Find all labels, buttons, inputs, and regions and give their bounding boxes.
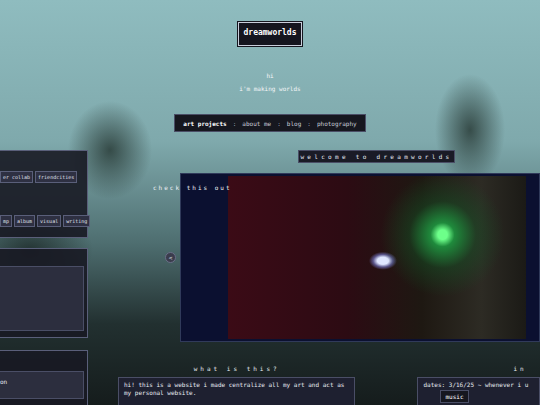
info-text: dates: 3/16/25 ~ whenever i u xyxy=(417,377,540,405)
greeting: hi xyxy=(266,72,273,80)
tag-link[interactable]: er collab xyxy=(0,171,33,183)
nav-separator: : xyxy=(277,119,281,128)
tag-link[interactable]: visual xyxy=(37,215,61,227)
nav-link[interactable]: photography xyxy=(317,119,357,128)
sidebar-panel: on xyxy=(0,350,88,405)
tag-link[interactable]: writing xyxy=(63,215,90,227)
sidebar-panel: er collabfriendcities mpalbumvisualwritin… xyxy=(0,150,88,238)
nav-separator: : xyxy=(307,119,311,128)
featured-label: check this out xyxy=(153,183,232,192)
music-tab[interactable]: music xyxy=(440,390,468,403)
info-section: in dates: 3/16/25 ~ whenever i umusic xyxy=(417,365,540,405)
info-heading: in xyxy=(417,365,540,372)
tag-row: er collabfriendcities xyxy=(0,171,87,183)
panel-text: on xyxy=(0,377,81,386)
tag-link[interactable]: album xyxy=(14,215,35,227)
nav-link[interactable]: blog xyxy=(287,119,301,128)
tag-link[interactable]: friendcities xyxy=(35,171,77,183)
featured-photo xyxy=(228,176,526,339)
about-text: hi! this is a website i made centralize … xyxy=(118,377,355,405)
panel-box: on xyxy=(0,371,84,399)
welcome-banner: welcome to dreamworlds xyxy=(298,150,455,163)
featured-frame xyxy=(180,173,540,342)
nav-link[interactable]: about me xyxy=(242,119,271,128)
prev-button[interactable]: < xyxy=(165,252,176,263)
about-section: what is this? hi! this is a website i mad… xyxy=(118,365,355,405)
sidebar-panel xyxy=(0,248,88,338)
tag-row: mpalbumvisualwriting xyxy=(0,215,87,227)
main-area: er collabfriendcities mpalbumvisualwritin… xyxy=(0,150,540,405)
about-heading: what is this? xyxy=(118,365,355,372)
site-header: dreamworlds hi i'm making worlds art projec… xyxy=(0,0,540,132)
tag-link[interactable]: mp xyxy=(0,215,12,227)
tagline: i'm making worlds xyxy=(239,85,300,93)
featured: check this out < xyxy=(153,173,540,342)
sidebar: er collabfriendcities mpalbumvisualwritin… xyxy=(0,150,88,405)
site-logo[interactable]: dreamworlds xyxy=(238,22,303,46)
info-row: what is this? hi! this is a website i mad… xyxy=(100,365,540,405)
panel-box xyxy=(0,266,84,331)
content: welcome to dreamworlds check this out < wha… xyxy=(100,150,540,405)
main-nav: art projects: about me: blog: photography xyxy=(174,114,365,132)
nav-separator: : xyxy=(233,119,237,128)
nav-link[interactable]: art projects xyxy=(183,119,226,128)
